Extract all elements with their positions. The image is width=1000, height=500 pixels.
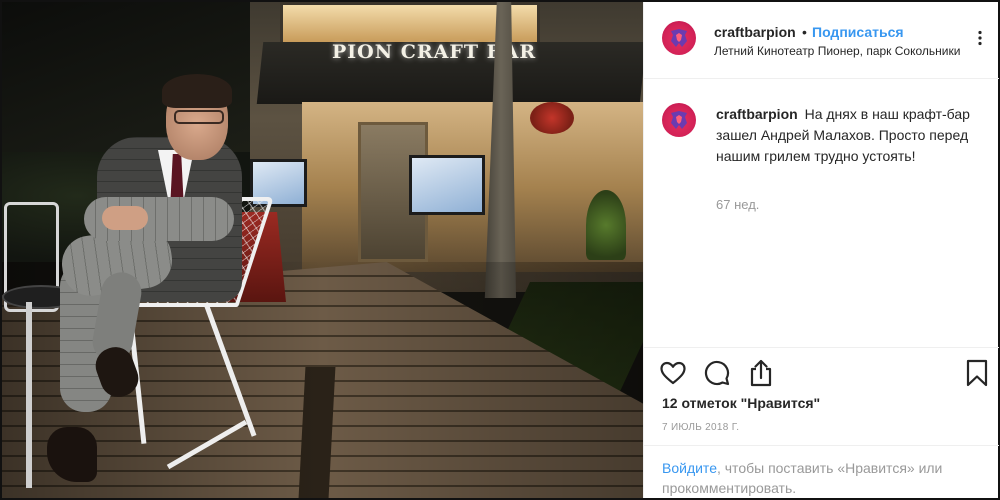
person-hair [162,74,232,108]
location-link[interactable]: Летний Кинотеатр Пионер, парк Сокольники [714,44,960,58]
login-prompt: Войдите, чтобы поставить «Нравится» или … [644,445,999,498]
tv-screen [409,155,485,215]
caption-section: craftbarpion На днях в наш крафт-бар заш… [644,80,999,346]
post-side-panel: craftbarpion • Подписаться Летний Киноте… [643,2,999,498]
action-bar [644,347,999,397]
caption-username[interactable]: craftbarpion [716,106,798,122]
heart-icon[interactable] [658,358,688,388]
bookmark-icon[interactable] [962,358,992,388]
caption-avatar[interactable] [662,103,696,137]
more-options-icon[interactable] [972,30,988,46]
caption-time-ago: 67 нед. [716,197,760,212]
potted-plant [586,190,626,260]
instagram-post: PION CRAFT BAR craftbarpion • Подписатьс… [0,0,1000,500]
flower-pot [530,102,574,134]
table-leg [26,302,32,488]
avatar-logo-icon [671,29,687,47]
person-glasses [174,110,224,124]
post-header: craftbarpion • Подписаться Летний Киноте… [644,2,999,79]
separator-dot: • [802,24,807,40]
likes-count[interactable]: 12 отметок "Нравится" [662,395,820,411]
follow-button[interactable]: Подписаться [812,24,904,40]
comment-icon[interactable] [702,358,732,388]
post-date[interactable]: 7 ИЮЛЬ 2018 Г. [662,422,739,433]
person-hand [102,206,148,230]
login-link[interactable]: Войдите [662,460,717,476]
avatar-logo-icon [671,111,687,129]
share-icon[interactable] [746,358,776,388]
post-photo[interactable]: PION CRAFT BAR [2,2,643,498]
post-caption: craftbarpion На днях в наш крафт-бар заш… [716,104,986,167]
profile-avatar[interactable] [662,21,696,55]
header-username[interactable]: craftbarpion [714,24,796,40]
